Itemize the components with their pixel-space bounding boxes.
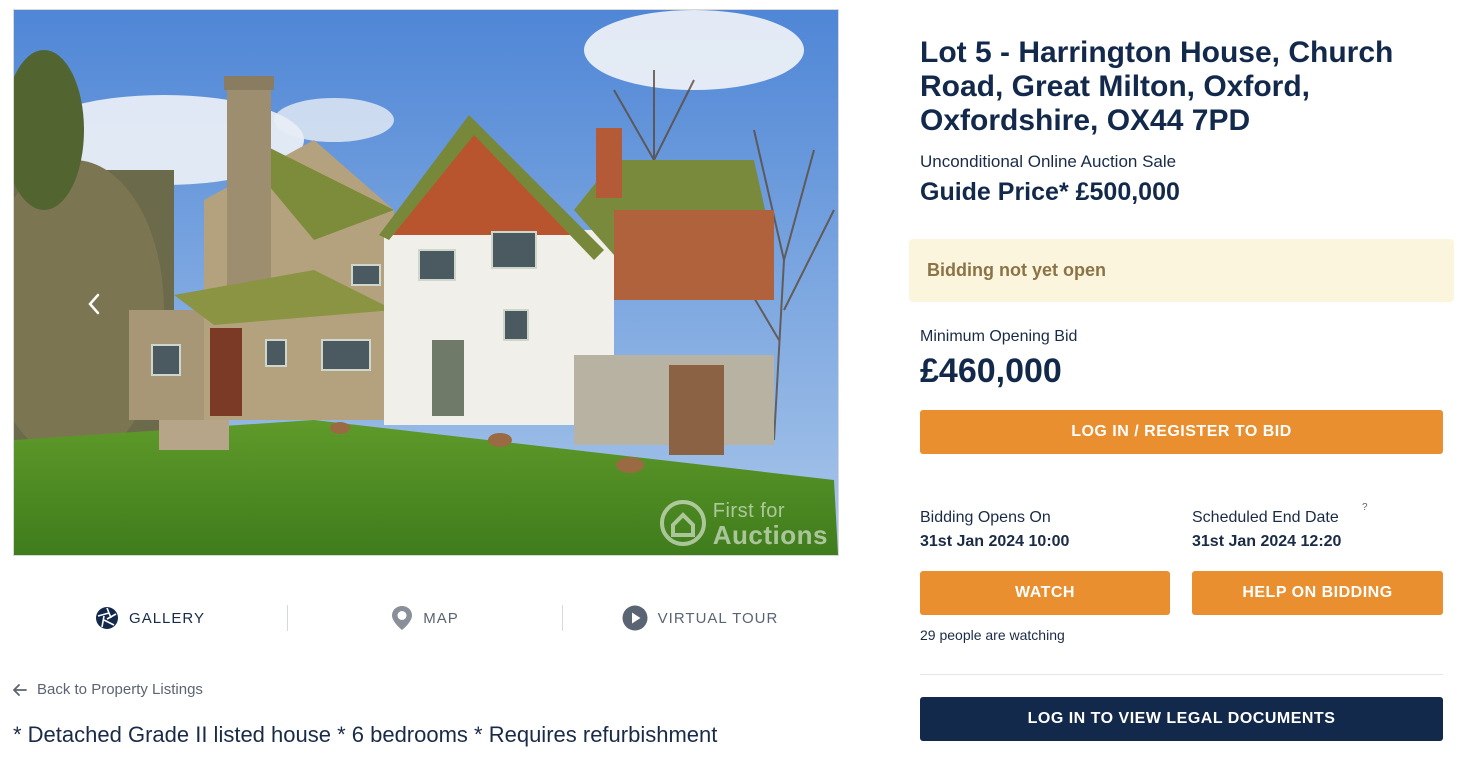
bidding-opens-label: Bidding Opens On [920,509,1051,526]
bidding-status-banner: Bidding not yet open [909,239,1454,302]
property-summary: * Detached Grade II listed house * 6 bed… [13,722,718,747]
bidding-status-text: Bidding not yet open [927,260,1106,280]
aperture-icon [96,607,119,629]
tab-virtual-tour-label: VIRTUAL TOUR [657,609,779,627]
back-to-listings-link[interactable]: Back to Property Listings [13,681,203,698]
help-on-bidding-button[interactable]: HELP ON BIDDING [1192,571,1443,615]
minimum-bid-value: £460,000 [920,352,1062,390]
tab-gallery-label: GALLERY [129,609,205,627]
carousel-prev-button[interactable] [76,286,112,322]
chevron-left-icon [88,293,100,315]
guide-price: Guide Price* £500,000 [920,178,1180,206]
tab-virtual-tour[interactable]: VIRTUAL TOUR [563,596,837,640]
tab-map[interactable]: MAP [288,596,562,640]
divider [920,674,1443,675]
watchers-count: 29 people are watching [920,627,1065,643]
house-illustration [14,10,838,555]
watermark-line2: Auctions [712,520,828,550]
media-tabs: GALLERY MAP VIRTUAL TOUR [13,596,837,640]
tab-gallery[interactable]: GALLERY [13,596,287,640]
arrow-left-icon [13,683,27,696]
bidding-opens-value: 31st Jan 2024 10:00 [920,533,1070,550]
register-to-bid-button[interactable]: LOG IN / REGISTER TO BID [920,410,1443,454]
house-logo-icon [659,500,706,546]
map-pin-icon [392,606,413,630]
watch-button[interactable]: WATCH [920,571,1170,615]
tab-map-label: MAP [423,609,459,627]
scheduled-end-label: Scheduled End Date [1192,509,1339,526]
scheduled-end-value: 31st Jan 2024 12:20 [1192,533,1342,550]
minimum-bid-label: Minimum Opening Bid [920,328,1078,345]
play-icon [622,605,648,631]
watermark-logo: First for Auctions [659,499,828,550]
end-date-help-icon[interactable]: ? [1362,502,1368,513]
view-legal-documents-button[interactable]: LOG IN TO VIEW LEGAL DOCUMENTS [920,697,1443,741]
lot-title: Lot 5 - Harrington House, Church Road, G… [920,36,1394,137]
back-link-label: Back to Property Listings [37,681,203,698]
property-photo[interactable]: First for Auctions [13,9,839,556]
sale-type: Unconditional Online Auction Sale [920,152,1177,171]
